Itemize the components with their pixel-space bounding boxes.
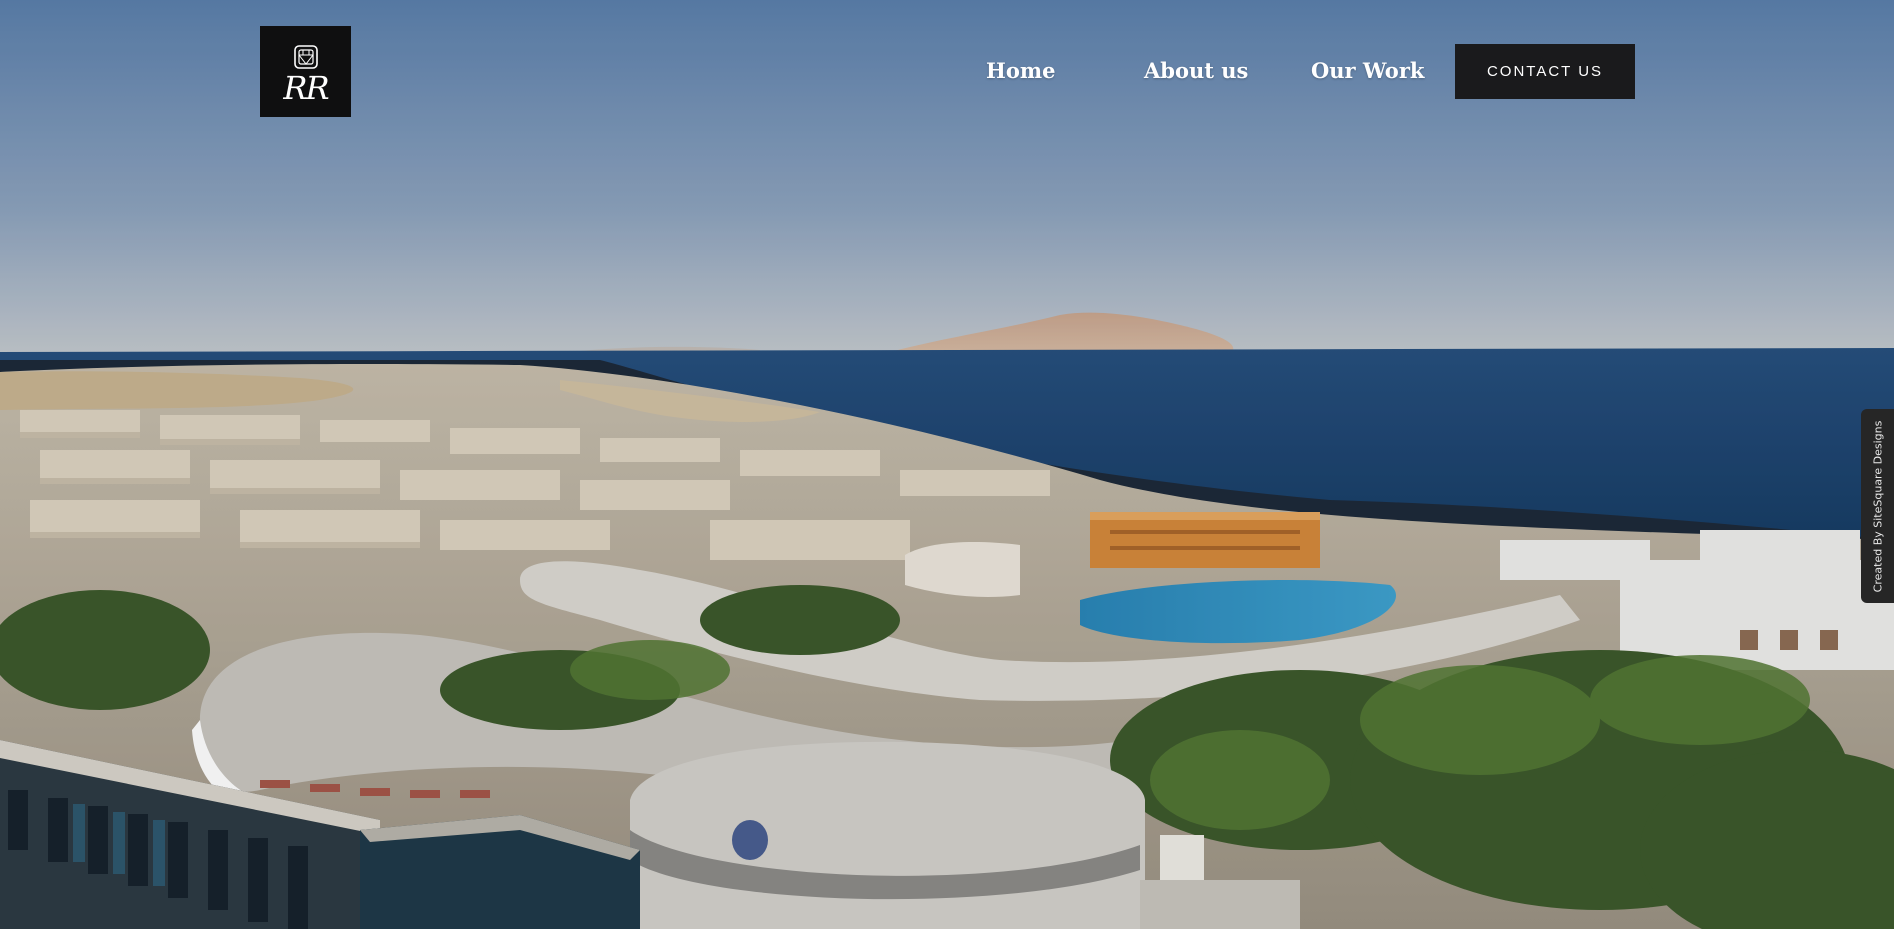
logo-text: RR — [283, 68, 329, 107]
hero-background-video — [0, 0, 1894, 929]
site-credit-tab[interactable]: Created By SiteSquare Designs — [1861, 409, 1894, 603]
contact-us-button[interactable]: CONTACT US — [1455, 44, 1635, 99]
nav-link-home[interactable]: Home — [986, 58, 1055, 83]
diamond-icon — [293, 44, 318, 69]
site-credit-text: Created By SiteSquare Designs — [1871, 420, 1885, 592]
nav-link-our-work[interactable]: Our Work — [1311, 58, 1424, 83]
nav-link-about[interactable]: About us — [1144, 58, 1248, 83]
logo-link[interactable]: RR — [260, 26, 351, 117]
hero-section: RR Home About us Our Work CONTACT US Cre… — [0, 0, 1894, 929]
